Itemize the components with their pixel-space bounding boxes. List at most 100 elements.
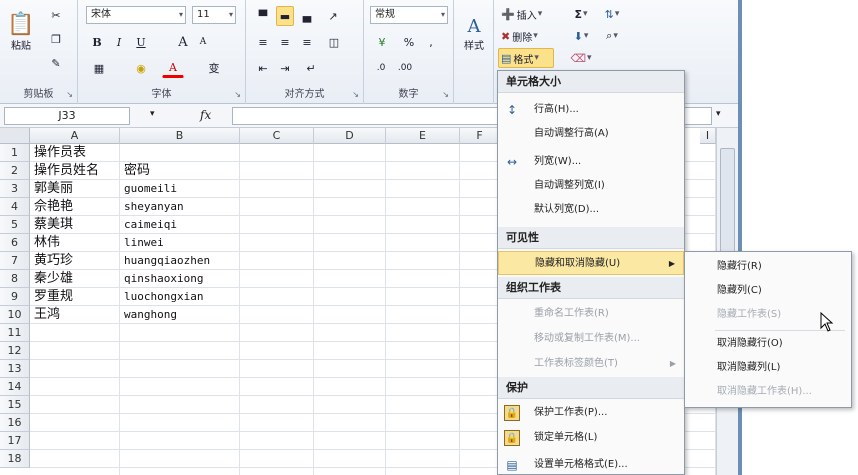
- sort-filter-button[interactable]: ⇅ ▾: [598, 4, 626, 24]
- font-name-combo[interactable]: 宋体 ▾: [86, 6, 186, 24]
- cell-a7[interactable]: 黄巧珍: [30, 252, 73, 270]
- cell-a10[interactable]: 王鸿: [30, 306, 60, 324]
- cell-b5[interactable]: caimeiqi: [120, 216, 177, 234]
- column-header-f[interactable]: F: [460, 128, 500, 144]
- chevron-down-icon[interactable]: ▾: [716, 109, 721, 119]
- cell-b9[interactable]: luochongxian: [120, 288, 203, 306]
- cell-a8[interactable]: 秦少雄: [30, 270, 73, 288]
- row-header[interactable]: 11: [0, 324, 30, 342]
- dialog-launcher-icon[interactable]: ↘: [442, 90, 449, 99]
- insert-function-icon[interactable]: fx: [200, 108, 211, 122]
- submenu-item-hide-rows[interactable]: 隐藏行(R): [685, 255, 851, 279]
- dialog-launcher-icon[interactable]: ↘: [352, 90, 359, 99]
- dialog-launcher-icon[interactable]: ↘: [234, 90, 241, 99]
- select-all-corner[interactable]: [0, 128, 30, 144]
- cell-b10[interactable]: wanghong: [120, 306, 177, 324]
- cell-b6[interactable]: linwei: [120, 234, 164, 252]
- percent-button[interactable]: %: [400, 32, 418, 52]
- align-center-button[interactable]: ≡: [276, 32, 294, 52]
- cell-a5[interactable]: 蔡美琪: [30, 216, 73, 234]
- menu-item-autofit-column[interactable]: 自动调整列宽(I): [498, 174, 684, 198]
- decrease-decimal-button[interactable]: .00: [394, 58, 416, 78]
- row-header[interactable]: 6: [0, 234, 30, 252]
- cell-a3[interactable]: 郭美丽: [30, 180, 73, 198]
- paste-button[interactable]: 📋 粘贴: [6, 4, 36, 60]
- orientation-button[interactable]: ↗: [322, 6, 344, 26]
- cell-b7[interactable]: huangqiaozhen: [120, 252, 210, 270]
- increase-decimal-button[interactable]: .0: [370, 58, 392, 78]
- submenu-item-unhide-columns[interactable]: 取消隐藏列(L): [685, 356, 851, 380]
- cell-b3[interactable]: guomeili: [120, 180, 177, 198]
- align-top-button[interactable]: ▀: [254, 6, 272, 26]
- border-button[interactable]: ▦: [88, 58, 110, 78]
- cell-b2[interactable]: 密码: [120, 162, 150, 180]
- cell-b4[interactable]: sheyanyan: [120, 198, 184, 216]
- menu-item-lock-cell[interactable]: 🔒 锁定单元格(L): [498, 426, 684, 450]
- submenu-item-hide-columns[interactable]: 隐藏列(C): [685, 279, 851, 303]
- cell-a1[interactable]: 操作员表: [30, 144, 86, 162]
- row-header[interactable]: 2: [0, 162, 30, 180]
- italic-button[interactable]: I: [110, 32, 128, 52]
- autosum-button[interactable]: Σ ▾: [568, 4, 594, 24]
- chevron-down-icon[interactable]: ▾: [150, 109, 155, 119]
- decrease-indent-button[interactable]: ⇤: [254, 58, 272, 78]
- submenu-item-unhide-rows[interactable]: 取消隐藏行(O): [685, 332, 851, 356]
- menu-item-tab-color[interactable]: 工作表标签颜色(T) ▶: [498, 352, 684, 376]
- menu-item-column-width[interactable]: ↔ 列宽(W)...: [498, 150, 684, 174]
- row-header[interactable]: 9: [0, 288, 30, 306]
- cell-b8[interactable]: qinshaoxiong: [120, 270, 203, 288]
- menu-item-row-height[interactable]: ↕ 行高(H)...: [498, 98, 684, 122]
- menu-item-format-cells[interactable]: ▤ 设置单元格格式(E)...: [498, 453, 684, 474]
- align-middle-button[interactable]: ▬: [276, 6, 294, 26]
- cell-a4[interactable]: 佘艳艳: [30, 198, 73, 216]
- grow-font-button[interactable]: A: [174, 32, 192, 52]
- column-header-b[interactable]: B: [120, 128, 240, 144]
- menu-item-autofit-row[interactable]: 自动调整行高(A): [498, 122, 684, 146]
- format-button[interactable]: ▤ 格式 ▾: [498, 48, 554, 68]
- styles-button[interactable]: A 样式: [458, 6, 490, 62]
- row-header[interactable]: 5: [0, 216, 30, 234]
- row-header[interactable]: 14: [0, 378, 30, 396]
- format-painter-button[interactable]: ✎: [44, 54, 68, 72]
- clear-button[interactable]: ⌫ ▾: [568, 48, 594, 68]
- menu-item-rename-sheet[interactable]: 重命名工作表(R): [498, 302, 684, 326]
- copy-button[interactable]: ❐: [44, 30, 68, 48]
- cell-a6[interactable]: 林伟: [30, 234, 60, 252]
- column-header-c[interactable]: C: [240, 128, 314, 144]
- row-header[interactable]: 4: [0, 198, 30, 216]
- fill-color-button[interactable]: ◉: [130, 58, 152, 78]
- find-select-button[interactable]: ⌕ ▾: [598, 26, 626, 46]
- menu-item-protect-sheet[interactable]: 🔒 保护工作表(P)...: [498, 401, 684, 425]
- row-header[interactable]: 12: [0, 342, 30, 360]
- cell-b1[interactable]: [120, 144, 124, 162]
- cell-a2[interactable]: 操作员姓名: [30, 162, 99, 180]
- comma-button[interactable]: ,: [422, 32, 440, 52]
- align-bottom-button[interactable]: ▄: [298, 6, 316, 26]
- column-header-d[interactable]: D: [314, 128, 386, 144]
- merge-center-button[interactable]: ◫: [322, 32, 346, 52]
- underline-button[interactable]: U: [132, 32, 150, 52]
- column-header-a[interactable]: A: [30, 128, 120, 144]
- name-box[interactable]: J33: [4, 107, 130, 125]
- insert-button[interactable]: ➕ 插入 ▾: [498, 4, 558, 24]
- fill-button[interactable]: ⬇ ▾: [568, 26, 594, 46]
- menu-item-move-copy[interactable]: 移动或复制工作表(M)...: [498, 327, 684, 351]
- row-header[interactable]: 18: [0, 450, 30, 468]
- row-header[interactable]: 17: [0, 432, 30, 450]
- dialog-launcher-icon[interactable]: ↘: [66, 90, 73, 99]
- bold-button[interactable]: B: [88, 32, 106, 52]
- column-header-i[interactable]: I: [700, 128, 716, 144]
- submenu-item-unhide-sheet[interactable]: 取消隐藏工作表(H)...: [685, 380, 851, 404]
- phonetic-button[interactable]: 变: [202, 58, 226, 78]
- font-color-button[interactable]: A: [162, 58, 184, 78]
- shrink-font-button[interactable]: A: [194, 32, 212, 52]
- row-header[interactable]: 13: [0, 360, 30, 378]
- font-size-combo[interactable]: 11 ▾: [192, 6, 236, 24]
- column-header-e[interactable]: E: [386, 128, 460, 144]
- align-right-button[interactable]: ≡: [298, 32, 316, 52]
- align-left-button[interactable]: ≡: [254, 32, 272, 52]
- row-header[interactable]: 16: [0, 414, 30, 432]
- row-header[interactable]: 3: [0, 180, 30, 198]
- row-header[interactable]: 8: [0, 270, 30, 288]
- number-format-combo[interactable]: 常规 ▾: [370, 6, 448, 24]
